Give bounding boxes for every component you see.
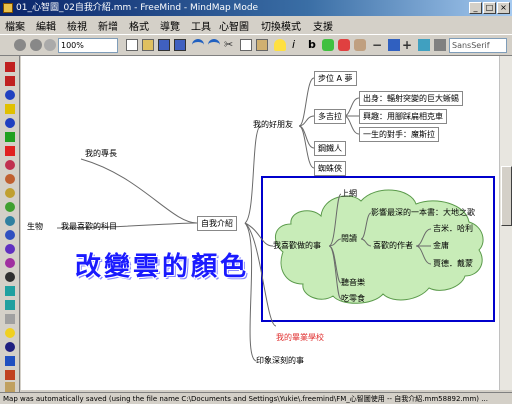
menu-edit[interactable]: 編輯 <box>36 18 56 33</box>
zoom-out-icon[interactable]: − <box>372 39 384 51</box>
mindmap-canvas[interactable]: 自我介紹 我的好朋友 步位 A 夢 多吉拉 出身：輻射突變的巨大蜥蜴 興趣：用腳… <box>21 56 499 390</box>
priority-6-icon[interactable] <box>5 230 15 240</box>
node-memory[interactable]: 印象深刻的事 <box>256 355 304 366</box>
priority-8-icon[interactable] <box>5 258 15 268</box>
node-origin[interactable]: 出身：輻射突變的巨大蜥蜴 <box>359 91 463 106</box>
zoom-select[interactable]: 100% <box>58 38 118 53</box>
node-author-2[interactable]: 金庸 <box>433 240 449 251</box>
new-icon[interactable] <box>126 39 138 51</box>
cloud-icon[interactable] <box>322 39 334 51</box>
node-author[interactable]: 喜歡的作者 <box>373 240 413 251</box>
idea-icon[interactable] <box>274 39 286 51</box>
remove-icon[interactable] <box>5 62 15 72</box>
node-hobby[interactable]: 興趣：用腳踩扁相克車 <box>359 109 447 124</box>
priority-9-icon[interactable] <box>5 272 15 282</box>
priority-4-icon[interactable] <box>5 202 15 212</box>
vertical-scrollbar[interactable] <box>499 56 512 390</box>
copy-icon[interactable] <box>240 39 252 51</box>
home-icon[interactable] <box>5 382 15 392</box>
smiley-icon[interactable] <box>5 328 15 338</box>
format-icon[interactable] <box>434 39 446 51</box>
main-toolbar: 100% ✂ i b − + SansSerif <box>0 34 512 56</box>
menu-help[interactable]: 支援 <box>313 18 333 33</box>
menu-mode[interactable]: 切換模式 <box>261 18 301 33</box>
overlay-caption: 改變雲的顏色 <box>75 252 250 282</box>
menu-bar: 檔案 編輯 檢視 新增 格式 導覽 工具 心智圖 切換模式 支援 <box>0 16 512 34</box>
priority-2-icon[interactable] <box>5 174 15 184</box>
node-internet[interactable]: 上網 <box>341 188 357 199</box>
italic-button[interactable]: i <box>292 39 304 51</box>
link-icon[interactable] <box>388 39 400 51</box>
attach-icon[interactable] <box>5 314 15 324</box>
node-reading[interactable]: 閱讀 <box>341 233 357 244</box>
check-icon[interactable] <box>5 132 15 142</box>
icon-toolbar <box>0 56 20 392</box>
arrow-left-icon[interactable] <box>5 286 15 296</box>
bomb-icon[interactable] <box>5 370 15 380</box>
scroll-thumb[interactable] <box>501 166 512 226</box>
priority-5-icon[interactable] <box>5 216 15 226</box>
root-node[interactable]: 自我介紹 <box>197 216 237 231</box>
cross-icon[interactable] <box>5 146 15 156</box>
color-icon[interactable] <box>338 39 350 51</box>
question-icon[interactable] <box>5 90 15 100</box>
node-fav-subject[interactable]: 我最喜歡的科目 <box>61 221 117 232</box>
font-select[interactable]: SansSerif <box>449 38 507 53</box>
menu-insert[interactable]: 新增 <box>98 18 118 33</box>
priority-1-icon[interactable] <box>5 160 15 170</box>
menu-format[interactable]: 格式 <box>129 18 149 33</box>
node-likes[interactable]: 我喜歡做的事 <box>273 240 321 251</box>
menu-mindmap[interactable]: 心智圖 <box>219 18 249 33</box>
node-author-3[interactable]: 賈德．戴蒙 <box>433 258 473 269</box>
save-as-icon[interactable] <box>174 39 186 51</box>
open-icon[interactable] <box>142 39 154 51</box>
menu-view[interactable]: 檢視 <box>67 18 87 33</box>
node-color-icon[interactable] <box>354 39 366 51</box>
node-friends[interactable]: 我的好朋友 <box>253 119 293 130</box>
bold-button[interactable]: b <box>308 39 320 51</box>
node-book[interactable]: 影響最深的一本書：大地之歌 <box>371 207 475 218</box>
title-bar: 01_心智圖_02自我介紹.mm - FreeMind - MindMap Mo… <box>0 0 512 16</box>
app-icon <box>3 3 13 13</box>
node-music[interactable]: 聽音樂 <box>341 277 365 288</box>
arrow-right-icon[interactable] <box>5 300 15 310</box>
node-school[interactable]: 我的畢業學校 <box>276 332 324 343</box>
remove-all-icon[interactable] <box>5 76 15 86</box>
node-snacks[interactable]: 吃零食 <box>341 293 365 304</box>
warning-icon[interactable] <box>5 104 15 114</box>
menu-navigate[interactable]: 導覽 <box>160 18 180 33</box>
zoom-in-icon[interactable]: + <box>402 39 414 51</box>
book-icon[interactable] <box>5 356 15 366</box>
minimize-button[interactable]: _ <box>469 2 482 14</box>
forward-icon[interactable] <box>30 39 42 51</box>
menu-tools[interactable]: 工具 <box>191 18 211 33</box>
node-author-1[interactable]: 吉米．哈利 <box>433 223 473 234</box>
window-title: 01_心智圖_02自我介紹.mm - FreeMind - MindMap Mo… <box>16 3 259 13</box>
flag-icon[interactable] <box>5 342 15 352</box>
menu-file[interactable]: 檔案 <box>5 18 25 33</box>
node-specialty[interactable]: 我的專長 <box>85 148 117 159</box>
priority-3-icon[interactable] <box>5 188 15 198</box>
status-bar: Map was automatically saved (using the f… <box>0 392 512 404</box>
close-button[interactable]: × <box>497 2 510 14</box>
undo-icon[interactable] <box>192 39 204 51</box>
priority-7-icon[interactable] <box>5 244 15 254</box>
node-spiderman[interactable]: 蜘蛛俠 <box>314 161 346 176</box>
save-icon[interactable] <box>158 39 170 51</box>
cut-icon[interactable]: ✂ <box>224 39 236 51</box>
paste-icon[interactable] <box>256 39 268 51</box>
node-biology[interactable]: 生物 <box>27 221 43 232</box>
info-icon[interactable] <box>5 118 15 128</box>
node-ironman[interactable]: 鋼鐵人 <box>314 141 346 156</box>
maximize-button[interactable]: □ <box>483 2 496 14</box>
edge-icon[interactable] <box>418 39 430 51</box>
redo-icon[interactable] <box>208 39 220 51</box>
node-rival[interactable]: 一生的對手：魔斯拉 <box>359 127 439 142</box>
node-friend-a[interactable]: 步位 A 夢 <box>314 71 357 86</box>
node-nobita[interactable]: 多吉拉 <box>314 109 346 124</box>
stop-icon[interactable] <box>44 39 56 51</box>
back-icon[interactable] <box>14 39 26 51</box>
